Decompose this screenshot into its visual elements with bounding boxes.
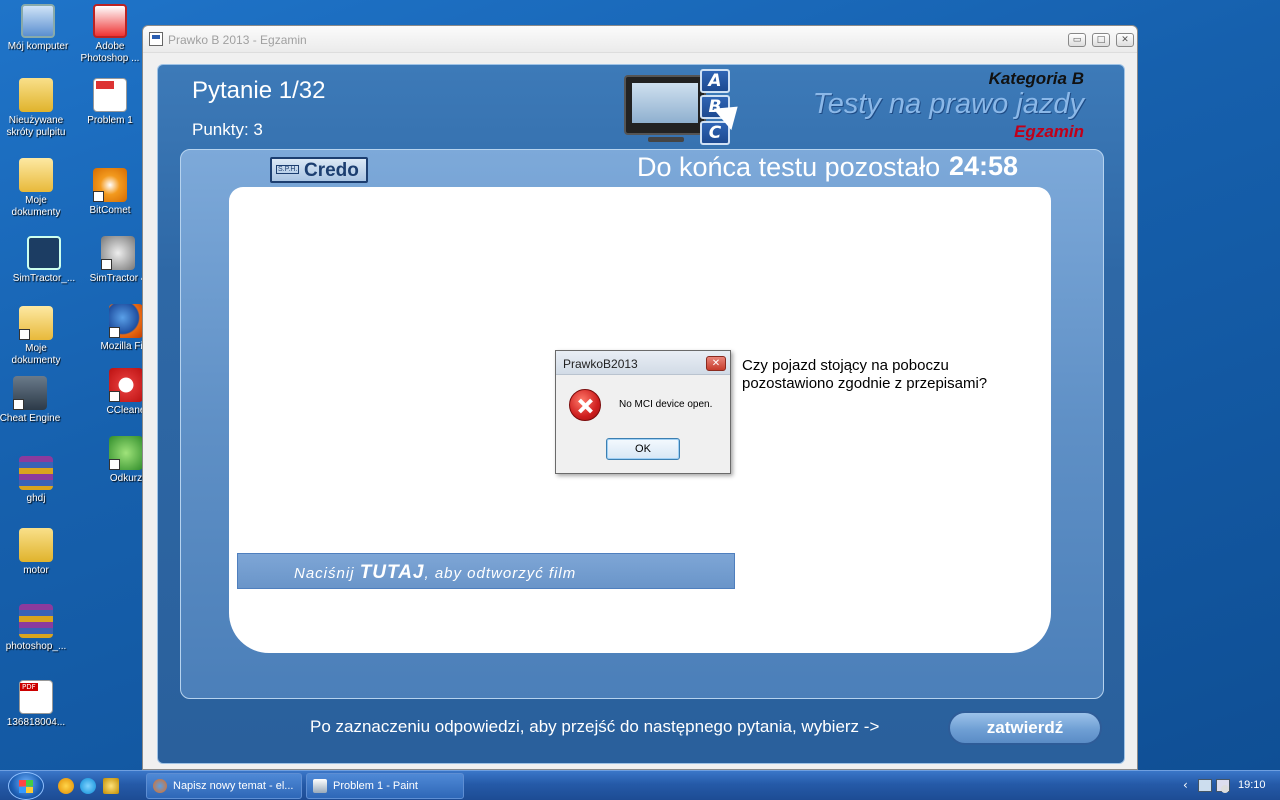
documents-folder-icon bbox=[19, 158, 53, 192]
photoshop-icon bbox=[93, 4, 127, 38]
shortcut-arrow-icon bbox=[109, 327, 120, 338]
shortcut-arrow-icon bbox=[109, 391, 120, 402]
desktop-icon-label: Adobe Photoshop ... bbox=[80, 41, 140, 64]
desktop-icon-unused-shortcuts[interactable]: Nieużywane skróty pulpitu bbox=[0, 78, 74, 139]
volume-icon[interactable] bbox=[1221, 785, 1229, 793]
dialog-titlebar[interactable]: PrawkoB2013 ✕ bbox=[556, 351, 730, 375]
desktop-icon-label: photoshop_... bbox=[5, 641, 67, 652]
publisher-prefix: S.P.H. bbox=[276, 165, 300, 174]
desktop-icon-motor[interactable]: motor bbox=[0, 528, 74, 577]
clock[interactable]: 19:10 bbox=[1238, 779, 1266, 791]
launcher-icon[interactable] bbox=[103, 778, 119, 794]
app-icon bbox=[149, 32, 163, 46]
play-video-label: Naciśnij TUTAJ, aby odtworzyć film bbox=[294, 562, 576, 584]
play-video-suffix: , aby odtworzyć film bbox=[424, 565, 577, 582]
brand-title: Testy na prawo jazdy bbox=[812, 88, 1084, 120]
desktop-icon-bitcomet[interactable]: BitComet bbox=[72, 168, 148, 217]
jpeg-file-icon bbox=[93, 78, 127, 112]
shortcut-arrow-icon bbox=[93, 191, 104, 202]
mode-label: Egzamin bbox=[1014, 122, 1084, 141]
winrar-archive-icon bbox=[19, 604, 53, 638]
desktop-icon-label: Cheat Engine bbox=[0, 413, 61, 424]
answer-a-logo: A bbox=[700, 69, 730, 93]
desktop-icon-label: Nieużywane skróty pulpitu bbox=[6, 115, 66, 138]
dialog-message: No MCI device open. bbox=[619, 399, 713, 410]
instruction-text: Po zaznaczeniu odpowiedzi, aby przejść d… bbox=[310, 717, 880, 736]
desktop-icon-photoshop[interactable]: Adobe Photoshop ... bbox=[72, 4, 148, 65]
window-title: Prawko B 2013 - Egzamin bbox=[168, 33, 307, 47]
pdf-file-icon bbox=[19, 680, 53, 714]
bitcomet-icon bbox=[93, 168, 127, 202]
desktop-icon-label: Mój komputer bbox=[7, 41, 69, 52]
desktop-icon-label: Moje dokumenty bbox=[11, 343, 61, 366]
smiley-launcher-icon[interactable] bbox=[58, 778, 74, 794]
desktop-icon-my-documents-2[interactable]: Moje dokumenty bbox=[0, 306, 74, 367]
desktop-icon-label: Moje dokumenty bbox=[11, 195, 61, 218]
start-button[interactable] bbox=[8, 772, 44, 800]
taskbar-item-browser[interactable]: Napisz nowy temat - el... bbox=[146, 773, 302, 799]
folder-icon bbox=[19, 78, 53, 112]
taskbar-item-label: Napisz nowy temat - el... bbox=[173, 780, 294, 792]
desktop-icon-my-computer[interactable]: Mój komputer bbox=[0, 4, 76, 53]
dialog-title: PrawkoB2013 bbox=[563, 357, 638, 371]
desktop-icon-my-documents[interactable]: Moje dokumenty bbox=[0, 158, 74, 219]
tray-expand-icon[interactable]: ‹ bbox=[1183, 778, 1188, 792]
shortcut-arrow-icon bbox=[19, 329, 30, 340]
shortcut-arrow-icon bbox=[101, 259, 112, 270]
confirm-button[interactable]: zatwierdź bbox=[948, 711, 1102, 745]
odkurz-icon bbox=[109, 436, 143, 470]
firefox-icon bbox=[109, 304, 143, 338]
documents-folder-icon bbox=[19, 306, 53, 340]
desktop-icon-label: motor bbox=[23, 565, 49, 576]
paint-icon bbox=[313, 779, 327, 793]
network-icon[interactable] bbox=[1198, 779, 1212, 792]
skype-launcher-icon[interactable] bbox=[80, 778, 96, 794]
ok-button[interactable]: OK bbox=[606, 438, 680, 460]
computer-icon bbox=[21, 4, 55, 38]
desktop-icon-label: SimTractor_... bbox=[12, 273, 76, 284]
error-dialog: PrawkoB2013 ✕ No MCI device open. OK bbox=[555, 350, 731, 474]
minimize-button[interactable]: ▭ bbox=[1068, 33, 1086, 47]
taskbar: Napisz nowy temat - el... Problem 1 - Pa… bbox=[0, 770, 1280, 800]
question-text: Czy pojazd stojący na poboczu pozostawio… bbox=[742, 357, 988, 392]
simtractor-4-icon bbox=[101, 236, 135, 270]
folder-icon bbox=[19, 528, 53, 562]
ccleaner-icon bbox=[109, 368, 143, 402]
winrar-archive-icon bbox=[19, 456, 53, 490]
firefox-icon bbox=[153, 779, 167, 793]
maximize-button[interactable]: □ bbox=[1092, 33, 1110, 47]
close-button[interactable]: ✕ bbox=[1116, 33, 1134, 47]
desktop-icon-label: ghdj bbox=[26, 493, 46, 504]
simtractor-icon bbox=[27, 236, 61, 270]
cheat-engine-icon bbox=[13, 376, 47, 410]
publisher-name: Credo bbox=[304, 160, 359, 181]
credo-logo: S.P.H. Credo bbox=[270, 157, 368, 183]
error-icon bbox=[569, 389, 601, 421]
play-video-prefix: Naciśnij bbox=[294, 565, 355, 582]
taskbar-item-label: Problem 1 - Paint bbox=[333, 780, 418, 792]
desktop-icon-pdf[interactable]: 136818004... bbox=[0, 680, 74, 729]
desktop-icon-simtractor[interactable]: SimTractor_... bbox=[6, 236, 82, 285]
play-video-emphasis: TUTAJ bbox=[359, 562, 425, 583]
timer-label: Do końca testu pozostało bbox=[637, 152, 941, 182]
answer-c-logo: C bbox=[700, 121, 730, 145]
desktop-icon-label: Problem 1 bbox=[87, 115, 133, 126]
shortcut-arrow-icon bbox=[13, 399, 24, 410]
play-video-button[interactable]: Naciśnij TUTAJ, aby odtworzyć film bbox=[237, 553, 735, 589]
desktop-icon-ghdj[interactable]: ghdj bbox=[0, 456, 74, 505]
dialog-close-button[interactable]: ✕ bbox=[706, 356, 726, 371]
desktop-icon-problem-1[interactable]: Problem 1 bbox=[72, 78, 148, 127]
desktop-icon-label: BitComet bbox=[89, 205, 131, 216]
window-titlebar[interactable]: Prawko B 2013 - Egzamin ▭ □ ✕ bbox=[143, 26, 1137, 53]
taskbar-item-paint[interactable]: Problem 1 - Paint bbox=[306, 773, 464, 799]
shortcut-arrow-icon bbox=[109, 459, 120, 470]
timer-value: 24:58 bbox=[949, 151, 1019, 181]
desktop-icon-cheat-engine[interactable]: Cheat Engine bbox=[0, 376, 68, 425]
question-number: Pytanie 1/32 bbox=[192, 77, 326, 104]
question-points: Punkty: 3 bbox=[192, 120, 263, 139]
desktop-icon-photoshop-archive[interactable]: photoshop_... bbox=[0, 604, 74, 653]
monitor-logo-icon bbox=[624, 75, 706, 142]
desktop-icon-label: 136818004... bbox=[6, 717, 66, 728]
category-label: Kategoria B bbox=[988, 69, 1084, 88]
